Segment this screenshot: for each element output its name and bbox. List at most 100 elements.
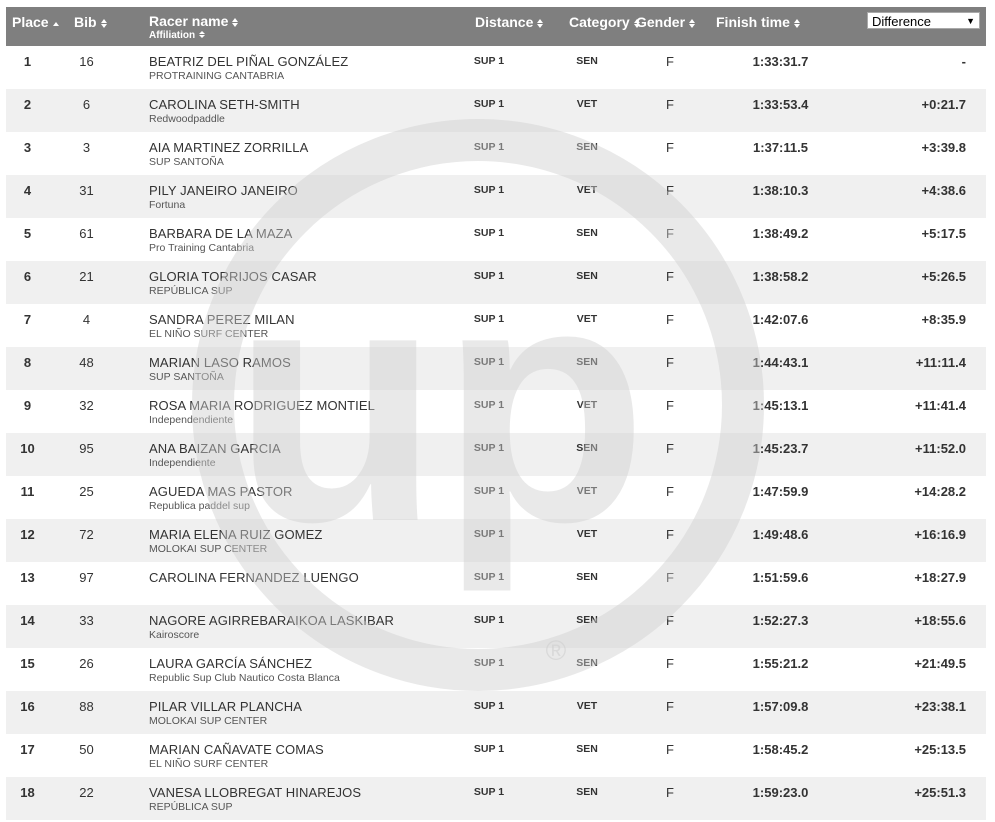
category-cell: VET	[548, 89, 626, 132]
racer-affiliation: Republica paddel sup	[149, 500, 250, 512]
col-header-finish-time[interactable]: Finish time	[714, 7, 847, 46]
table-row[interactable]: 9 32 ROSA MARIA RODRIGUEZ MONTIEL Independe…	[6, 390, 986, 433]
difference-cell: +4:38.6	[847, 175, 986, 218]
gender-cell: F	[626, 433, 714, 476]
col-header-racer-name[interactable]: Racer name Affiliation	[124, 7, 430, 46]
gender-cell: F	[626, 261, 714, 304]
racer-affiliation: Redwoodpaddle	[149, 113, 225, 125]
col-header-affiliation[interactable]: Affiliation	[149, 30, 238, 41]
col-header-category[interactable]: Category	[548, 7, 640, 46]
distance-cell: SUP 1	[430, 261, 548, 304]
racer-cell: VANESA LLOBREGAT HINAREJOS REPÚBLICA SUP	[124, 777, 430, 820]
place-cell: 12	[6, 519, 49, 562]
distance-cell: SUP 1	[473, 227, 505, 239]
table-row[interactable]: 11 25 AGUEDA MAS PASTOR Republica paddel su…	[6, 476, 986, 519]
table-row[interactable]: 14 33 NAGORE AGIRREBARAIKOA LASKIBAR Kairos…	[6, 605, 986, 648]
difference-cell: +8:35.9	[921, 312, 966, 327]
table-row[interactable]: 13 97 CAROLINA FERNANDEZ LUENGO SUP 1 SEN F 1:…	[6, 562, 986, 605]
sort-icon	[793, 19, 800, 28]
bib-cell: 50	[79, 742, 94, 757]
racer-cell: AGUEDA MAS PASTOR Republica paddel sup	[124, 476, 430, 519]
table-row[interactable]: 12 72 MARIA ELENA RUIZ GOMEZ MOLOKAI SUP CE…	[6, 519, 986, 562]
table-row[interactable]: 3 3 AIA MARTINEZ ZORRILLA SUP SANTOÑA SUP 1 S…	[6, 132, 986, 175]
racer-name[interactable]: PILAR VILLAR PLANCHA	[149, 699, 430, 714]
finish-time-cell: 1:59:23.0	[714, 777, 847, 820]
table-row[interactable]: 6 21 GLORIA TORRIJOS CASAR REPÚBLICA SUP SUP…	[6, 261, 986, 304]
place-cell: 14	[6, 605, 49, 648]
table-row[interactable]: 1 16 BEATRIZ DEL PIÑAL GONZÁLEZ PROTRAINING…	[6, 46, 986, 89]
finish-time-cell: 1:55:21.2	[752, 656, 809, 671]
racer-name[interactable]: MARIA ELENA RUIZ GOMEZ	[149, 527, 430, 542]
col-header-distance[interactable]: Distance	[430, 7, 548, 46]
category-cell: SEN	[576, 657, 598, 669]
place-cell: 2	[6, 89, 49, 132]
racer-name[interactable]: BARBARA DE LA MAZA	[149, 226, 430, 241]
table-row[interactable]: 16 88 PILAR VILLAR PLANCHA MOLOKAI SUP CENT…	[6, 691, 986, 734]
racer-affiliation: EL NIÑO SURF CENTER	[149, 758, 269, 770]
racer-cell: CAROLINA FERNANDEZ LUENGO	[124, 562, 430, 605]
gender-cell: F	[626, 691, 714, 734]
racer-name[interactable]: NAGORE AGIRREBARAIKOA LASKIBAR	[149, 613, 430, 628]
results-container: Place Bib Racer name Affiliation Distanc…	[6, 7, 986, 820]
racer-name[interactable]: AGUEDA MAS PASTOR	[149, 484, 430, 499]
racer-name[interactable]: ANA BAIZAN GARCIA	[149, 441, 430, 456]
racer-name[interactable]: CAROLINA FERNANDEZ LUENGO	[149, 570, 430, 585]
difference-cell: +23:38.1	[847, 691, 986, 734]
racer-cell: SANDRA PEREZ MILAN EL NIÑO SURF CENTER	[124, 304, 430, 347]
distance-cell: SUP 1	[473, 141, 505, 153]
table-row[interactable]: 10 95 ANA BAIZAN GARCIA Independiente SUP 1S…	[6, 433, 986, 476]
table-row[interactable]: 7 4 SANDRA PEREZ MILAN EL NIÑO SURF CENTER S…	[6, 304, 986, 347]
racer-name[interactable]: VANESA LLOBREGAT HINAREJOS	[149, 785, 430, 800]
gender-cell: F	[666, 484, 674, 499]
table-row[interactable]: 2 6 CAROLINA SETH-SMITH Redwoodpaddle SUP 1V…	[6, 89, 986, 132]
difference-cell: +3:39.8	[921, 140, 966, 155]
table-row[interactable]: 4 31 PILY JANEIRO JANEIRO Fortuna SUP 1 VET F 1…	[6, 175, 986, 218]
bib-cell: 3	[82, 140, 91, 155]
difference-select[interactable]: Difference ▼	[867, 12, 980, 29]
gender-cell: F	[626, 175, 714, 218]
racer-affiliation: Pro Training Cantabria	[149, 242, 255, 254]
table-row[interactable]: 18 22 VANESA LLOBREGAT HINAREJOS REPÚBLICA …	[6, 777, 986, 820]
bib-cell: 97	[79, 570, 94, 585]
racer-name[interactable]: MARIAN CAÑAVATE COMAS	[149, 742, 430, 757]
col-header-place[interactable]: Place	[6, 7, 59, 46]
table-row[interactable]: 5 61 BARBARA DE LA MAZA Pro Training Cantab…	[6, 218, 986, 261]
gender-cell: F	[626, 89, 714, 132]
difference-cell: +18:55.6	[847, 605, 986, 648]
racer-cell: ANA BAIZAN GARCIA Independiente	[124, 433, 430, 476]
racer-name[interactable]: SANDRA PEREZ MILAN	[149, 312, 430, 327]
table-row[interactable]: 8 48 MARIAN LASO RAMOS SUP SANTOÑA SUP 1 SEN F…	[6, 347, 986, 390]
category-cell: SEN	[576, 571, 598, 583]
gender-cell: F	[666, 742, 674, 757]
finish-time-cell: 1:49:48.6	[714, 519, 847, 562]
racer-cell: BARBARA DE LA MAZA Pro Training Cantabria	[124, 218, 430, 261]
col-header-bib[interactable]: Bib	[49, 7, 124, 46]
racer-name[interactable]: BEATRIZ DEL PIÑAL GONZÁLEZ	[149, 54, 430, 69]
racer-name[interactable]: AIA MARTINEZ ZORRILLA	[149, 140, 430, 155]
finish-time-cell: 1:37:11.5	[753, 140, 808, 155]
racer-cell: ROSA MARIA RODRIGUEZ MONTIEL Independendi…	[124, 390, 430, 433]
bib-cell: 21	[49, 261, 124, 304]
racer-name[interactable]: CAROLINA SETH-SMITH	[149, 97, 430, 112]
difference-cell: +25:13.5	[914, 742, 966, 757]
racer-name[interactable]: MARIAN LASO RAMOS	[149, 355, 430, 370]
distance-cell: SUP 1	[430, 519, 548, 562]
racer-name[interactable]: PILY JANEIRO JANEIRO	[149, 183, 430, 198]
racer-name[interactable]: LAURA GARCÍA SÁNCHEZ	[149, 656, 430, 671]
racer-cell: MARIAN LASO RAMOS SUP SANTOÑA	[124, 347, 430, 390]
category-cell: SEN	[576, 141, 598, 153]
racer-affiliation: REPÚBLICA SUP	[149, 285, 233, 297]
racer-name[interactable]: ROSA MARIA RODRIGUEZ MONTIEL	[149, 398, 430, 413]
table-row[interactable]: 17 50 MARIAN CAÑAVATE COMAS EL NIÑO SURF CE…	[6, 734, 986, 777]
racer-cell: NAGORE AGIRREBARAIKOA LASKIBAR Kairoscore	[124, 605, 430, 648]
finish-time-cell: 1:33:53.4	[714, 89, 847, 132]
difference-cell: +14:28.2	[914, 484, 966, 499]
difference-cell: +0:21.7	[847, 89, 986, 132]
distance-cell: SUP 1	[430, 691, 548, 734]
table-row[interactable]: 15 26 LAURA GARCÍA SÁNCHEZ Republic Sup Clu…	[6, 648, 986, 691]
gender-cell: F	[626, 777, 714, 820]
racer-name[interactable]: GLORIA TORRIJOS CASAR	[149, 269, 430, 284]
finish-time-cell: 1:51:59.6	[752, 570, 809, 585]
place-cell: 5	[23, 226, 32, 241]
bib-cell: 31	[49, 175, 124, 218]
